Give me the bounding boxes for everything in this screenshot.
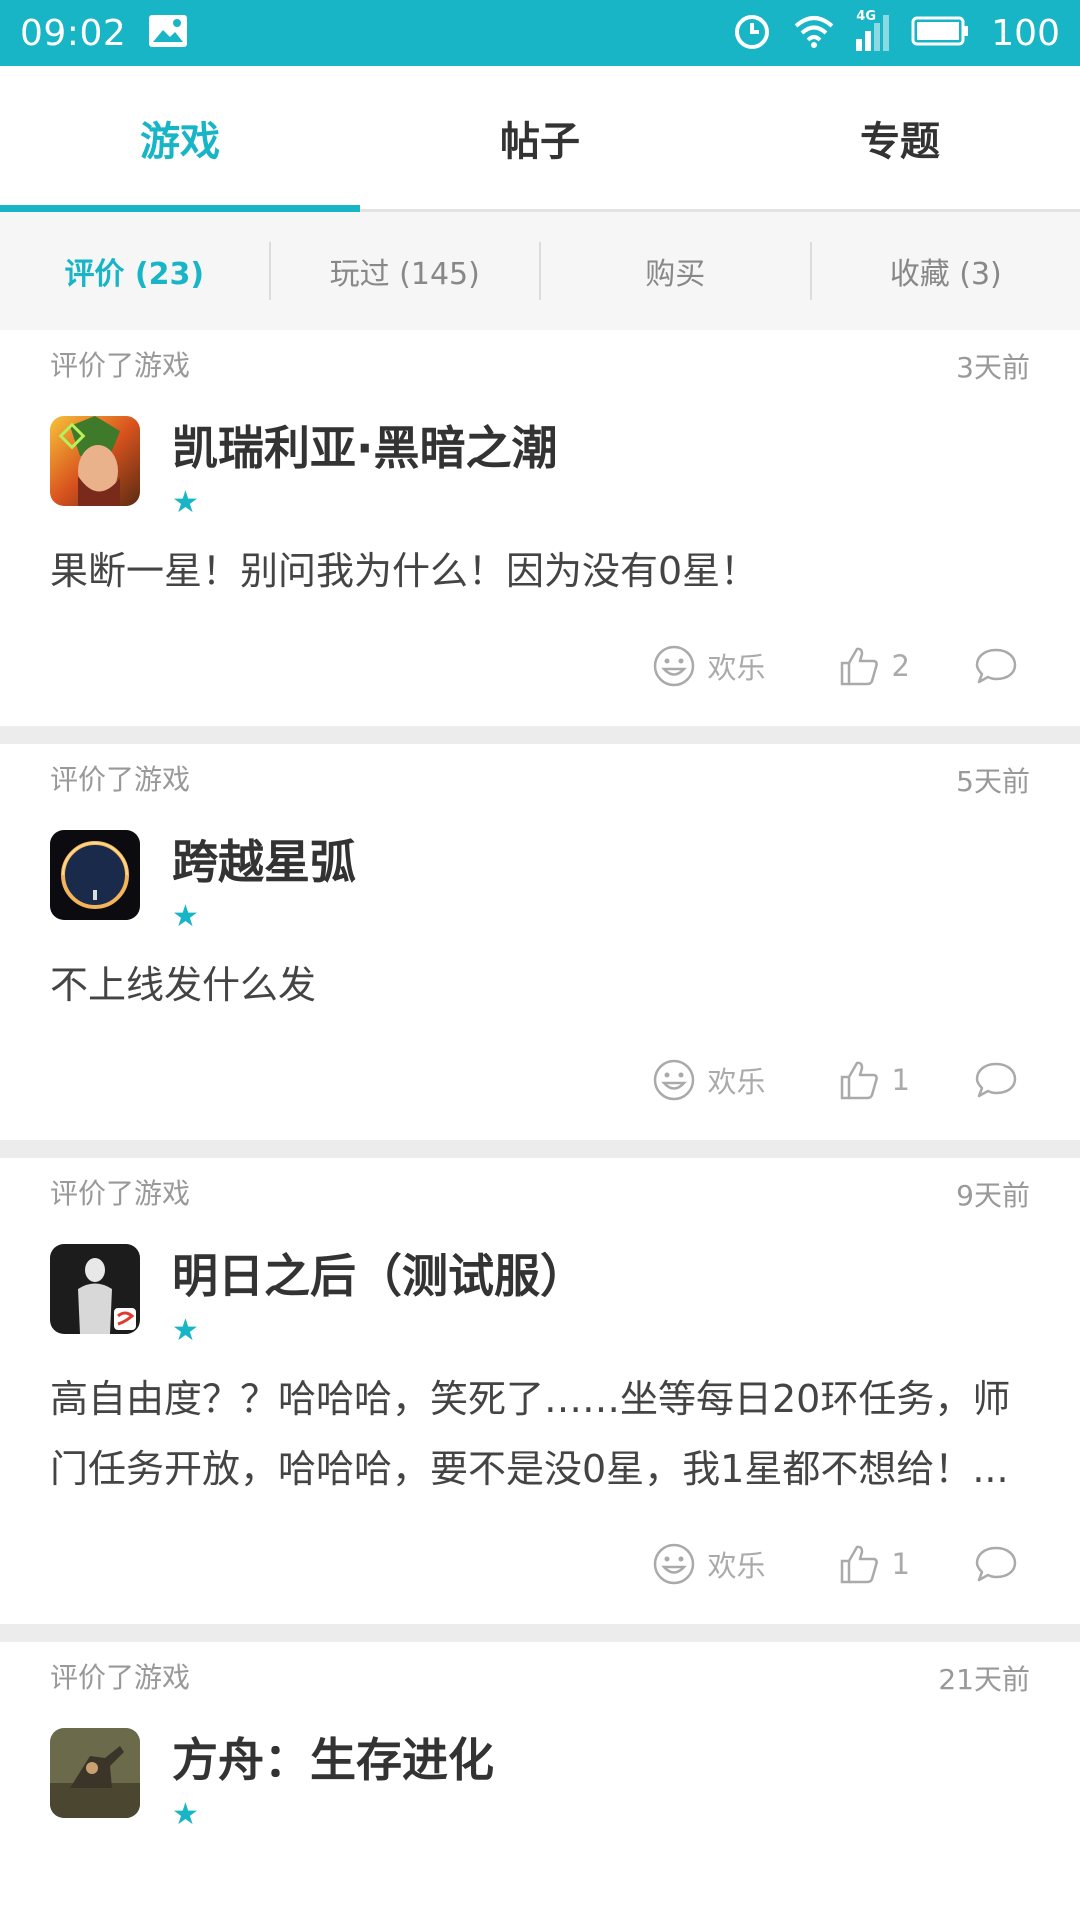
game-icon[interactable]	[50, 1728, 140, 1818]
comment-icon	[975, 648, 1017, 684]
review-text[interactable]: 高自由度？？哈哈哈，笑死了……坐等每日20环任务，师门任务开放，哈哈哈，要不是没…	[50, 1364, 1030, 1504]
subtab-played[interactable]: 玩过 (145)	[271, 242, 541, 300]
sub-tabs: 评价 (23) 玩过 (145) 购买 收藏 (3)	[0, 212, 1080, 330]
tab-topics[interactable]: 专题	[720, 66, 1080, 209]
mood-label: 欢乐	[707, 1549, 766, 1583]
rating-stars: ★	[172, 899, 199, 934]
review-card[interactable]: 评价了游戏 5天前 跨越星弧 ★ 不上线发什么发 欢乐 1	[0, 744, 1080, 1140]
signal-icon: 4G	[856, 9, 890, 51]
review-time: 9天前	[956, 1179, 1030, 1212]
tab-posts[interactable]: 帖子	[360, 66, 720, 209]
review-text[interactable]: 果断一星！别问我为什么！因为没有0星！	[50, 536, 1030, 606]
like-button[interactable]: 1	[838, 1059, 910, 1101]
game-icon[interactable]	[50, 830, 140, 920]
thumbs-up-icon	[840, 647, 878, 686]
review-card[interactable]: 评价了游戏 9天前 明日之后（测试服） ★ 高自由度？？哈哈哈，笑死了……坐等每…	[0, 1158, 1080, 1624]
game-title[interactable]: 凯瑞利亚·黑暗之潮	[172, 420, 557, 476]
review-type-label: 评价了游戏	[50, 1661, 191, 1694]
review-type-label: 评价了游戏	[50, 1177, 191, 1210]
mood-button[interactable]: 欢乐	[652, 1542, 766, 1586]
like-button[interactable]: 1	[838, 1543, 910, 1585]
tab-games[interactable]: 游戏	[0, 66, 360, 209]
mood-label: 欢乐	[707, 651, 766, 685]
comment-icon	[975, 1546, 1017, 1582]
review-time: 3天前	[956, 351, 1030, 384]
game-title[interactable]: 明日之后（测试服）	[172, 1248, 586, 1304]
game-icon[interactable]	[50, 416, 140, 506]
comment-button[interactable]	[974, 1544, 1030, 1584]
review-card[interactable]: 评价了游戏 21天前 方舟：生存进化 ★	[0, 1642, 1080, 1842]
network-type-label: 4G	[856, 9, 876, 24]
review-feed: 评价了游戏 3天前 凯瑞利亚·黑暗之潮 ★ 果断一星！别问我为什么！因为没有0星…	[0, 330, 1080, 1842]
subtab-favorites[interactable]: 收藏 (3)	[812, 242, 1080, 300]
review-time: 5天前	[956, 765, 1030, 798]
review-type-label: 评价了游戏	[50, 349, 191, 382]
smiley-icon	[653, 1059, 694, 1101]
comment-icon	[975, 1062, 1017, 1098]
battery-level: 100	[991, 12, 1060, 54]
like-button[interactable]: 2	[838, 645, 910, 687]
review-card[interactable]: 评价了游戏 3天前 凯瑞利亚·黑暗之潮 ★ 果断一星！别问我为什么！因为没有0星…	[0, 330, 1080, 726]
like-count: 1	[891, 1547, 910, 1581]
battery-icon	[911, 16, 969, 50]
alarm-icon	[732, 11, 772, 55]
mood-button[interactable]: 欢乐	[652, 1058, 766, 1102]
game-title[interactable]: 跨越星弧	[172, 834, 356, 890]
like-count: 1	[891, 1063, 910, 1097]
rating-stars: ★	[172, 1313, 199, 1348]
review-actions: 欢乐 1	[50, 1504, 1030, 1624]
mood-label: 欢乐	[707, 1065, 766, 1099]
comment-button[interactable]	[974, 1060, 1030, 1100]
rating-stars: ★	[172, 485, 199, 520]
rating-stars: ★	[172, 1797, 199, 1832]
game-icon[interactable]	[50, 1244, 140, 1334]
status-bar: 09:02 4G 100	[0, 0, 1080, 66]
subtab-purchased[interactable]: 购买	[541, 242, 812, 300]
review-text[interactable]: 不上线发什么发	[50, 950, 1030, 1020]
like-count: 2	[891, 649, 910, 683]
review-type-label: 评价了游戏	[50, 763, 191, 796]
comment-button[interactable]	[974, 646, 1030, 686]
top-tabs: 游戏 帖子 专题	[0, 66, 1080, 212]
subtab-reviews[interactable]: 评价 (23)	[0, 242, 271, 300]
review-actions: 欢乐 2	[50, 606, 1030, 726]
review-actions: 欢乐 1	[50, 1020, 1030, 1140]
smiley-icon	[653, 1543, 694, 1585]
mood-button[interactable]: 欢乐	[652, 644, 766, 688]
review-time: 21天前	[938, 1663, 1030, 1696]
thumbs-up-icon	[840, 1545, 878, 1584]
smiley-icon	[653, 645, 694, 687]
status-time: 09:02	[20, 12, 127, 54]
active-tab-indicator	[0, 205, 360, 212]
wifi-icon	[794, 14, 834, 52]
game-title[interactable]: 方舟：生存进化	[172, 1732, 494, 1788]
image-icon	[148, 14, 188, 52]
thumbs-up-icon	[840, 1061, 878, 1100]
